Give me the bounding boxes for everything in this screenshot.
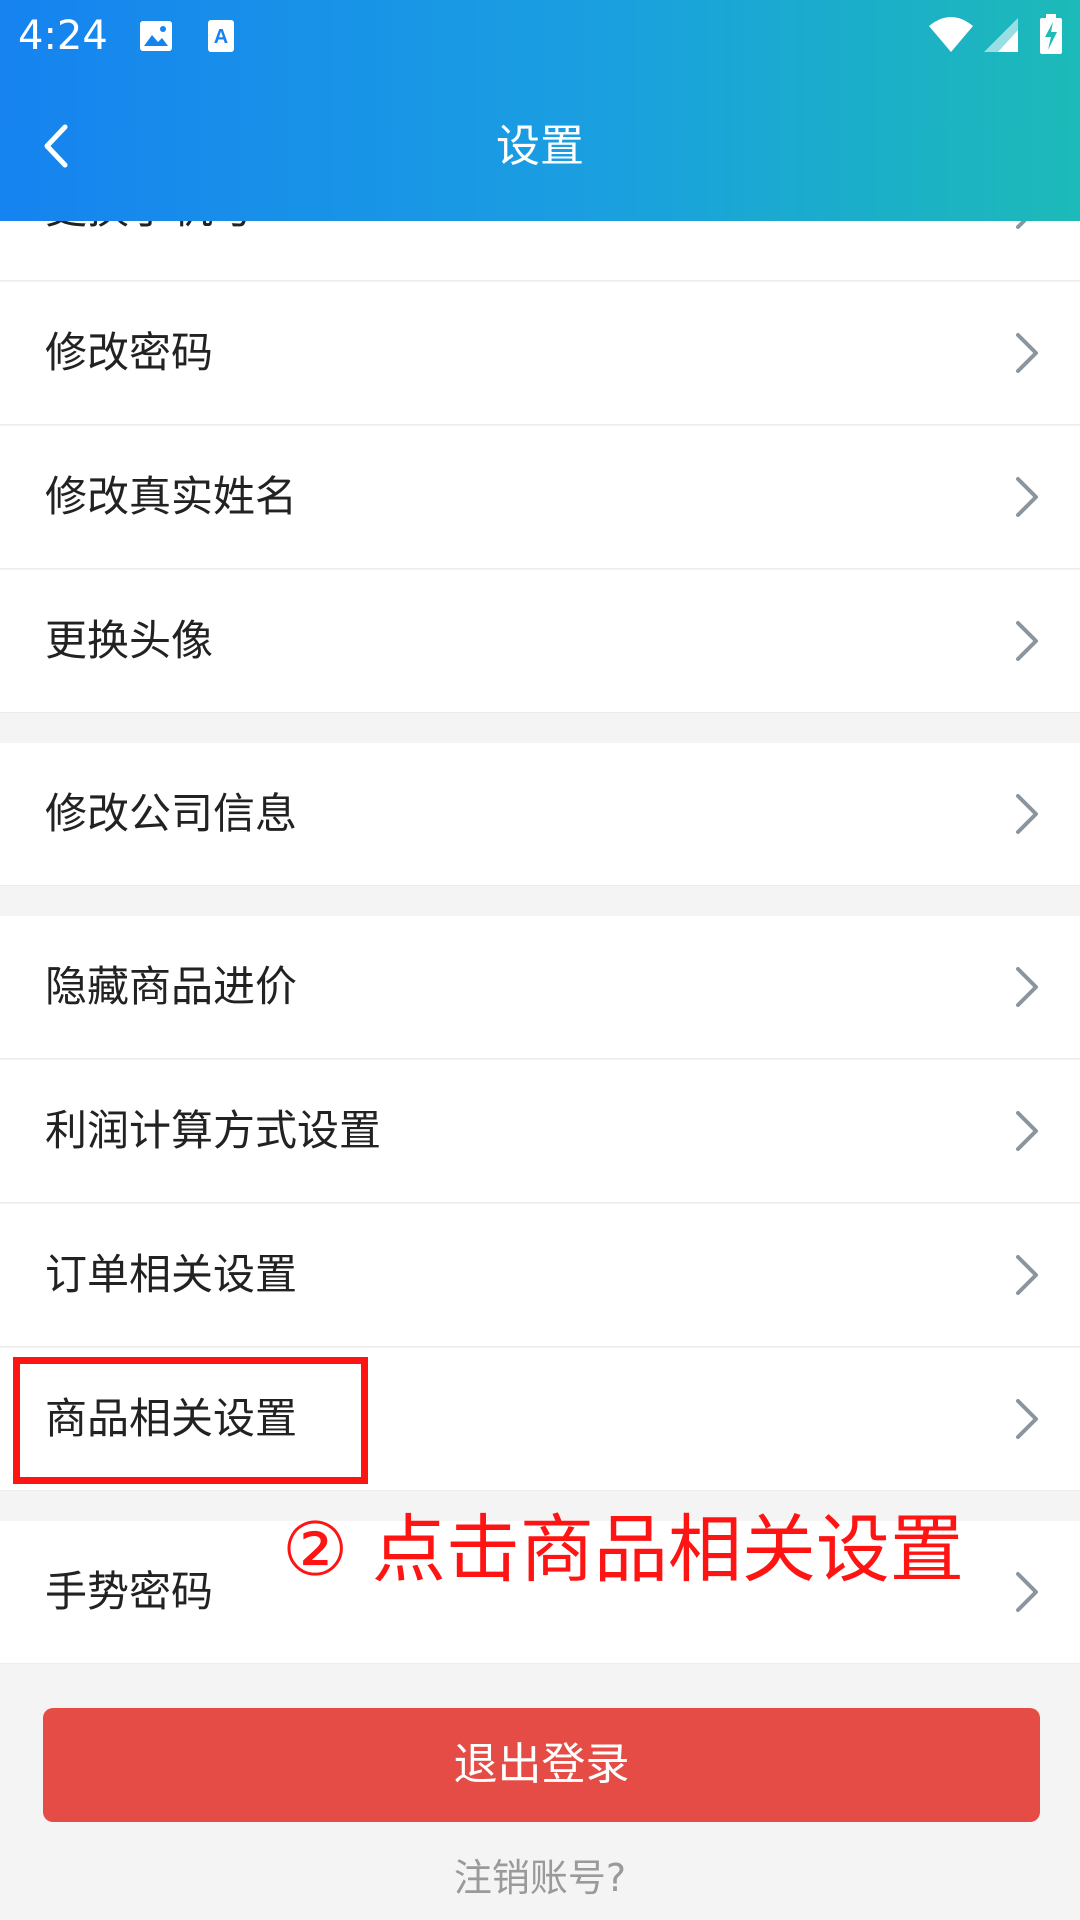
row-label: 利润计算方式设置 <box>45 1106 382 1155</box>
row-label: 更换头像 <box>45 616 214 665</box>
settings-screen: 更换手机号 修改密码 修改真实姓名 更换头像 修改公司信息 隐藏商品进价 利润计… <box>0 0 1080 1920</box>
status-time: 4:24 <box>18 13 108 59</box>
signal-icon <box>984 18 1018 52</box>
app-a-icon: A <box>208 20 234 52</box>
row-change-avatar[interactable]: 更换头像 <box>0 570 1080 713</box>
logout-button[interactable]: 退出登录 <box>43 1708 1040 1822</box>
row-edit-company-info[interactable]: 修改公司信息 <box>0 743 1080 886</box>
row-label: 修改密码 <box>45 328 214 377</box>
chevron-right-icon <box>1016 794 1038 834</box>
chevron-right-icon <box>1016 1111 1038 1151</box>
annotation-highlight-box <box>13 1357 368 1484</box>
chevron-right-icon <box>1016 967 1038 1007</box>
annotation-text: ② 点击商品相关设置 <box>282 1507 964 1593</box>
row-profit-calculation[interactable]: 利润计算方式设置 <box>0 1060 1080 1203</box>
row-label: 订单相关设置 <box>45 1250 298 1299</box>
deregister-account-link[interactable]: 注销账号? <box>0 1850 1080 1906</box>
chevron-right-icon <box>1016 477 1038 517</box>
row-order-settings[interactable]: 订单相关设置 <box>0 1204 1080 1347</box>
wifi-icon <box>929 17 973 52</box>
row-hide-purchase-price[interactable]: 隐藏商品进价 <box>0 916 1080 1059</box>
battery-charging-icon <box>1040 14 1062 54</box>
page-title: 设置 <box>496 121 584 172</box>
row-change-real-name[interactable]: 修改真实姓名 <box>0 426 1080 569</box>
title-bar: 设置 <box>0 72 1080 221</box>
svg-text:A: A <box>214 26 228 48</box>
app-header: 4:24 A 设置 <box>0 0 1080 221</box>
row-change-password[interactable]: 修改密码 <box>0 282 1080 425</box>
row-label: 手势密码 <box>45 1567 214 1616</box>
chevron-right-icon <box>1016 1399 1038 1439</box>
chevron-left-icon <box>44 124 68 168</box>
back-button[interactable] <box>20 110 92 182</box>
row-label: 修改真实姓名 <box>45 472 298 521</box>
chevron-right-icon <box>1016 621 1038 661</box>
status-bar: 4:24 A <box>0 0 1080 72</box>
chevron-right-icon <box>1016 1255 1038 1295</box>
row-label: 隐藏商品进价 <box>45 962 298 1011</box>
chevron-right-icon <box>1016 1572 1038 1612</box>
image-icon <box>140 21 172 51</box>
row-label: 修改公司信息 <box>45 789 298 838</box>
chevron-right-icon <box>1016 333 1038 373</box>
